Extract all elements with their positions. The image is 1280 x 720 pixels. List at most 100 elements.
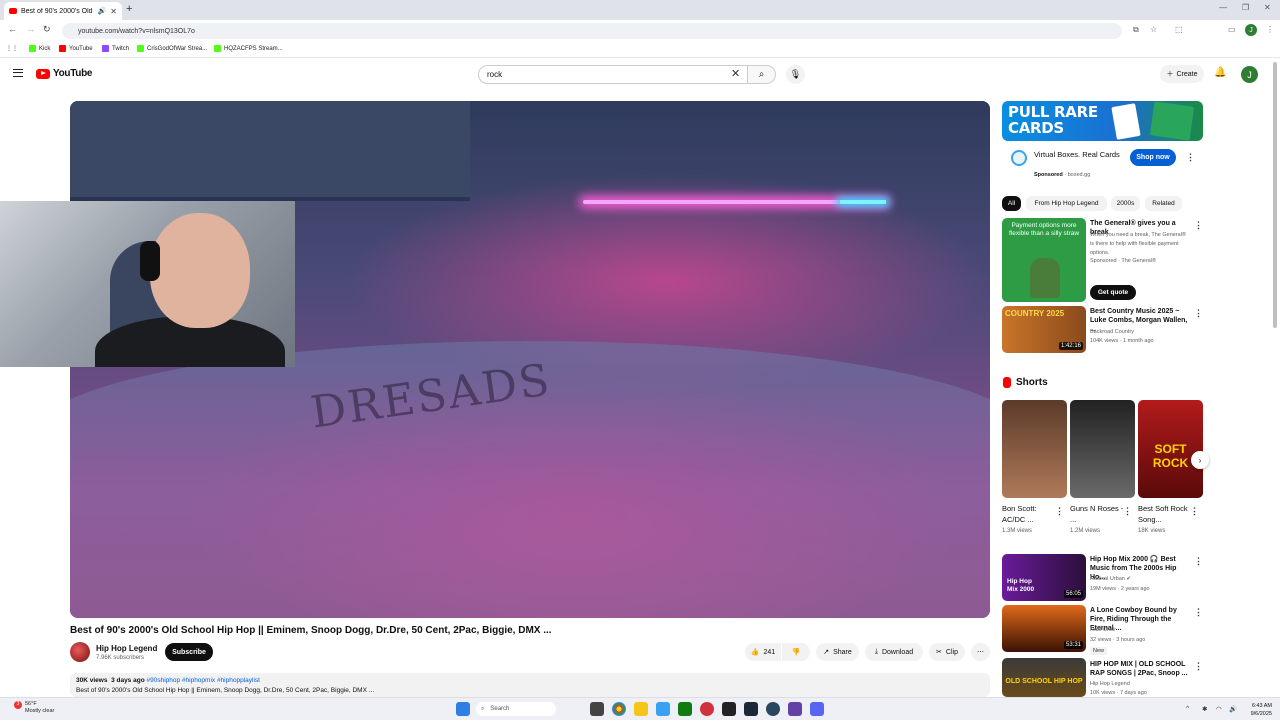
hiphop2000-thumbnail[interactable]: Hip Hop Mix 2000 56:05 <box>1002 554 1086 601</box>
cowboy-thumbnail[interactable]: 53:31 <box>1002 605 1086 652</box>
hiphop2000-channel[interactable]: Radical Urban ✔ <box>1090 575 1131 584</box>
oldschool-title[interactable]: HIP HOP MIX | OLD SCHOOL RAP SONGS | 2Pa… <box>1090 660 1190 678</box>
minimize-icon[interactable]: — <box>1219 3 1227 12</box>
short-thumbnail-2[interactable] <box>1070 400 1135 498</box>
chip-2000s[interactable]: 2000s <box>1111 196 1140 211</box>
browser-tab[interactable]: Best of 90's 2000's Old Scho 🔊 ✕ <box>4 2 122 20</box>
oldschool-thumbnail[interactable]: OLD SCHOOL HIP HOP <box>1002 658 1086 697</box>
windows-start-icon[interactable] <box>456 702 470 716</box>
search-button[interactable]: ⌕ <box>748 65 776 84</box>
copilot-icon[interactable] <box>656 702 670 716</box>
taskbar-clock[interactable]: 6:43 AM 9/6/2025 <box>1244 702 1272 718</box>
reload-icon[interactable]: ↻ <box>43 24 51 35</box>
volume-icon[interactable]: 🔊 <box>1229 705 1237 713</box>
description-box[interactable]: 30K views 3 days ago #90shiphop #hiphopm… <box>70 673 990 697</box>
file-explorer-icon[interactable] <box>634 702 648 716</box>
weather-widget[interactable]: 3 56°F Mostly clear <box>14 701 54 715</box>
new-tab-icon[interactable]: + <box>126 3 132 15</box>
ad-banner[interactable]: PULL RARE CARDS <box>1002 101 1203 141</box>
shorts-next-icon[interactable]: › <box>1191 451 1209 469</box>
apps-icon[interactable]: ⋮⋮ <box>6 45 18 52</box>
browser-profile-avatar[interactable]: J <box>1245 24 1257 36</box>
forward-icon[interactable]: → <box>26 24 35 34</box>
kick-icon <box>214 45 221 52</box>
country-thumbnail[interactable]: COUNTRY 2025 1:42:16 <box>1002 306 1086 353</box>
short-thumbnail-3[interactable]: SOFT ROCK <box>1138 400 1203 498</box>
general-ad-thumbnail[interactable]: Payment options more flexible than a sil… <box>1002 218 1086 302</box>
subscribe-button[interactable]: Subscribe <box>165 643 213 661</box>
rec-more-icon[interactable]: ⋮ <box>1194 661 1203 672</box>
app-icon-red[interactable] <box>700 702 714 716</box>
tab-close-icon[interactable]: ✕ <box>110 7 117 16</box>
bluetooth-icon[interactable]: ✱ <box>1202 705 1207 713</box>
bookmark-kick[interactable]: Kick <box>29 45 50 52</box>
dislike-button[interactable]: 👎 <box>782 643 810 661</box>
oldschool-channel[interactable]: Hip Hop Legend <box>1090 680 1130 689</box>
channel-avatar[interactable] <box>70 642 90 662</box>
channel-name[interactable]: Hip Hop Legend <box>96 644 157 653</box>
cowboy-channel[interactable]: Rust Choir <box>1090 626 1116 635</box>
share-button[interactable]: ↗ Share <box>816 643 859 661</box>
wifi-icon[interactable]: ◠ <box>1216 705 1222 713</box>
hashtags[interactable]: #90shiphop #hiphopmix #hiphopplaylist <box>146 677 259 684</box>
rec-more-icon[interactable]: ⋮ <box>1194 220 1203 231</box>
weather-condition: Mostly clear <box>25 708 55 714</box>
clip-button[interactable]: ✂ Clip <box>929 643 965 661</box>
extensions-icon[interactable]: ⬚ <box>1175 25 1183 34</box>
country-channel[interactable]: Backroad Country <box>1090 328 1134 337</box>
install-icon[interactable]: ⧉ <box>1133 25 1139 35</box>
xbox-icon[interactable] <box>678 702 692 716</box>
ad-more-icon[interactable]: ⋮ <box>1186 152 1195 163</box>
chip-from-channel[interactable]: From Hip Hop Legend <box>1026 196 1107 211</box>
sidebar-icon[interactable]: ▭ <box>1228 25 1236 34</box>
short-title-3[interactable]: Best Soft Rock Song... <box>1138 503 1192 525</box>
bookmark-hqzacfps[interactable]: HQZACFPS Stream... <box>214 45 283 52</box>
short-more-icon[interactable]: ⋮ <box>1123 506 1132 517</box>
search-input[interactable]: rock <box>478 65 748 84</box>
bookmark-twitch[interactable]: Twitch <box>102 45 129 52</box>
back-icon[interactable]: ← <box>8 24 17 34</box>
short-title-1[interactable]: Bon Scott: AC/DC ... <box>1002 503 1056 525</box>
chip-all[interactable]: All <box>1002 196 1021 211</box>
short-more-icon[interactable]: ⋮ <box>1190 506 1199 517</box>
discord-icon[interactable] <box>810 702 824 716</box>
clear-search-icon[interactable]: ✕ <box>731 67 740 80</box>
create-button[interactable]: ＋ Create <box>1160 65 1204 83</box>
epic-games-icon[interactable] <box>722 702 736 716</box>
close-window-icon[interactable]: ✕ <box>1264 3 1271 12</box>
tray-chevron-icon[interactable]: ^ <box>1186 705 1189 712</box>
get-quote-button[interactable]: Get quote <box>1090 285 1136 300</box>
advertiser-logo[interactable] <box>1011 150 1027 166</box>
short-thumbnail-1[interactable] <box>1002 400 1067 498</box>
rec-more-icon[interactable]: ⋮ <box>1194 607 1203 618</box>
app-icon-next[interactable] <box>788 702 802 716</box>
address-bar[interactable]: youtube.com/watch?v=nlsmQ13OL7o <box>62 23 1122 39</box>
short-more-icon[interactable]: ⋮ <box>1055 506 1064 517</box>
bookmark-youtube[interactable]: YouTube <box>59 45 93 52</box>
page-scrollbar[interactable] <box>1273 62 1277 328</box>
task-view-icon[interactable] <box>590 702 604 716</box>
ad-title[interactable]: Virtual Boxes. Real Cards <box>1034 150 1124 160</box>
shop-now-button[interactable]: Shop now <box>1130 149 1176 166</box>
more-actions-button[interactable]: ⋯ <box>971 643 990 661</box>
notifications-bell-icon[interactable]: 🔔 <box>1214 67 1226 78</box>
voice-search-button[interactable]: 🎙 <box>786 65 805 84</box>
browser-menu-icon[interactable]: ⋮ <box>1266 25 1274 34</box>
short-title-2[interactable]: Guns N Roses - ... <box>1070 503 1124 525</box>
steam-icon[interactable] <box>744 702 758 716</box>
hamburger-menu-icon[interactable] <box>13 69 23 77</box>
like-button[interactable]: 👍 241 <box>745 643 781 661</box>
taskbar-search[interactable]: ⌕ Search <box>476 702 556 716</box>
bookmark-star-icon[interactable]: ☆ <box>1150 25 1157 34</box>
youtube-logo[interactable]: YouTube <box>36 68 93 79</box>
account-avatar[interactable]: J <box>1241 66 1258 83</box>
rec-more-icon[interactable]: ⋮ <box>1194 556 1203 567</box>
download-button[interactable]: ⤓ Download <box>865 643 923 661</box>
bookmark-crisgodofwar[interactable]: CrisGodOfWar Strea... <box>137 45 207 52</box>
rec-more-icon[interactable]: ⋮ <box>1194 308 1203 319</box>
chip-related[interactable]: Related <box>1145 196 1182 211</box>
maximize-icon[interactable]: ❐ <box>1242 3 1249 12</box>
general-ad-thumb-text: Payment options more flexible than a sil… <box>1008 222 1080 237</box>
steam-alt-icon[interactable] <box>766 702 780 716</box>
chrome-icon[interactable] <box>612 702 626 716</box>
